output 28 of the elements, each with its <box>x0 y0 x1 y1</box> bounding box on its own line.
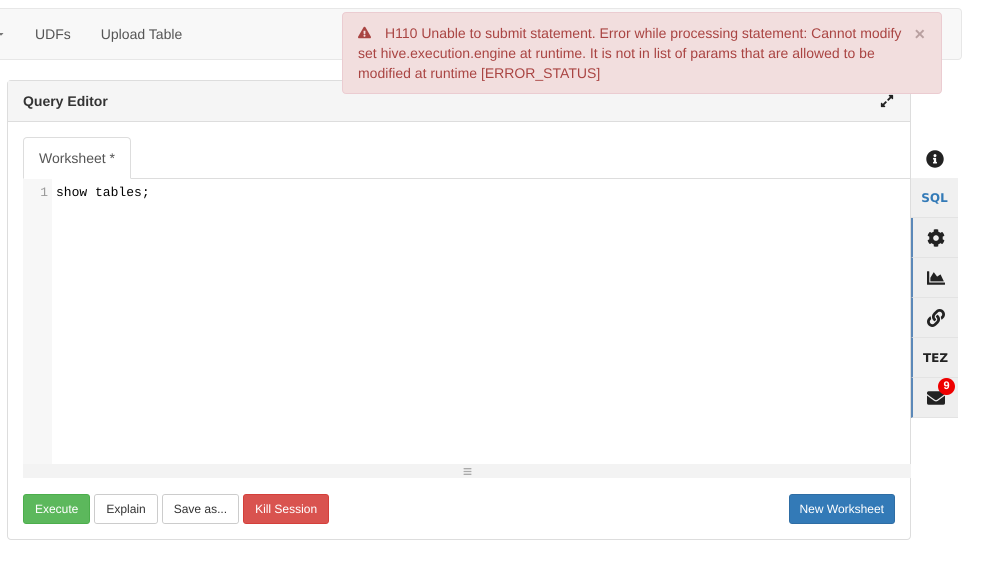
error-message: H110 Unable to submit statement. Error while processing statement: Cannot modify set hive.execution.engine at runtime. It is not in list of params that are allowed to be modified at runtime [ERROR_STATUS] <box>358 24 902 83</box>
toolbar-button[interactable]: Save as... <box>162 494 240 524</box>
worksheet-tab[interactable]: Worksheet * <box>23 137 131 179</box>
envelope-icon <box>926 388 944 406</box>
toolbar-button[interactable]: Explain <box>94 494 158 524</box>
count-badge: 9 <box>938 378 955 395</box>
warning-icon <box>358 26 371 40</box>
expand-icon[interactable] <box>880 94 894 108</box>
link-icon <box>926 308 944 326</box>
resize-handle[interactable] <box>23 464 911 478</box>
side-tab[interactable]: TEZ <box>911 338 958 378</box>
code-editor[interactable]: show tables; <box>52 179 911 464</box>
area-chart-icon <box>926 268 944 286</box>
line-number: 1 <box>40 184 48 202</box>
side-button[interactable] <box>911 258 958 298</box>
new-worksheet-button[interactable]: New Worksheet <box>788 494 895 524</box>
code-line: show tables; <box>56 184 150 202</box>
settings-icon <box>926 228 944 246</box>
nav-link[interactable]: Upload Table <box>100 24 182 44</box>
side-button[interactable] <box>911 298 958 338</box>
side-button[interactable] <box>911 218 958 258</box>
panel-title: Query Editor <box>23 92 108 111</box>
info-icon <box>926 150 944 168</box>
side-button[interactable]: 9 <box>911 378 958 418</box>
side-tab[interactable]: SQL <box>911 178 958 218</box>
grip-icon <box>462 466 472 476</box>
toolbar-button[interactable]: Kill Session <box>243 494 330 524</box>
nav-link[interactable]: UDFs <box>35 24 71 44</box>
